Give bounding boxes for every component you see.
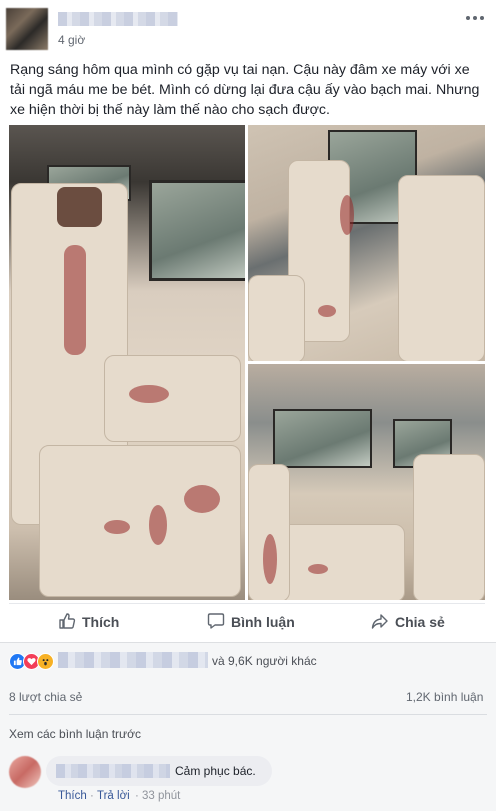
share-button[interactable]: Chia sẻ xyxy=(371,605,445,639)
wow-reaction-icon[interactable] xyxy=(37,653,54,670)
separator-dot: · xyxy=(90,790,94,802)
more-options-icon[interactable] xyxy=(464,6,486,29)
post-photo-2[interactable] xyxy=(248,125,485,361)
comment-like-link[interactable]: Thích xyxy=(58,790,87,802)
post-text: Rạng sáng hôm qua mình có gặp vụ tai nạn… xyxy=(10,62,480,118)
share-button-label: Chia sẻ xyxy=(395,614,445,630)
comment-text: Cảm phục bác. xyxy=(175,764,256,778)
reaction-names[interactable] xyxy=(58,652,208,668)
comment-icon xyxy=(207,612,225,633)
share-icon xyxy=(371,612,389,633)
commenter-name[interactable] xyxy=(56,764,170,778)
comment-reply-link[interactable]: Trả lời xyxy=(97,790,130,802)
post-timestamp[interactable]: 4 giờ xyxy=(58,33,85,47)
share-count[interactable]: 8 lượt chia sẻ xyxy=(9,690,82,704)
comment-timestamp[interactable]: 33 phút xyxy=(142,790,180,802)
post-photo-3[interactable] xyxy=(248,364,485,600)
author-avatar[interactable] xyxy=(6,8,48,50)
divider xyxy=(9,603,485,604)
reaction-others-link[interactable]: và 9,6K người khác xyxy=(212,654,317,668)
like-button[interactable]: Thích xyxy=(58,605,119,639)
post-photo-1[interactable] xyxy=(9,125,245,600)
comment-count[interactable]: 1,2K bình luận xyxy=(406,690,483,704)
like-button-label: Thích xyxy=(82,614,120,630)
like-icon xyxy=(58,612,76,633)
view-previous-comments-link[interactable]: Xem các bình luận trước xyxy=(9,727,141,741)
separator-dot: · xyxy=(135,790,139,802)
commenter-avatar[interactable] xyxy=(9,756,41,788)
divider xyxy=(9,714,487,715)
comment-button[interactable]: Bình luận xyxy=(207,605,295,639)
comment-button-label: Bình luận xyxy=(231,614,295,630)
author-name[interactable] xyxy=(58,12,178,26)
